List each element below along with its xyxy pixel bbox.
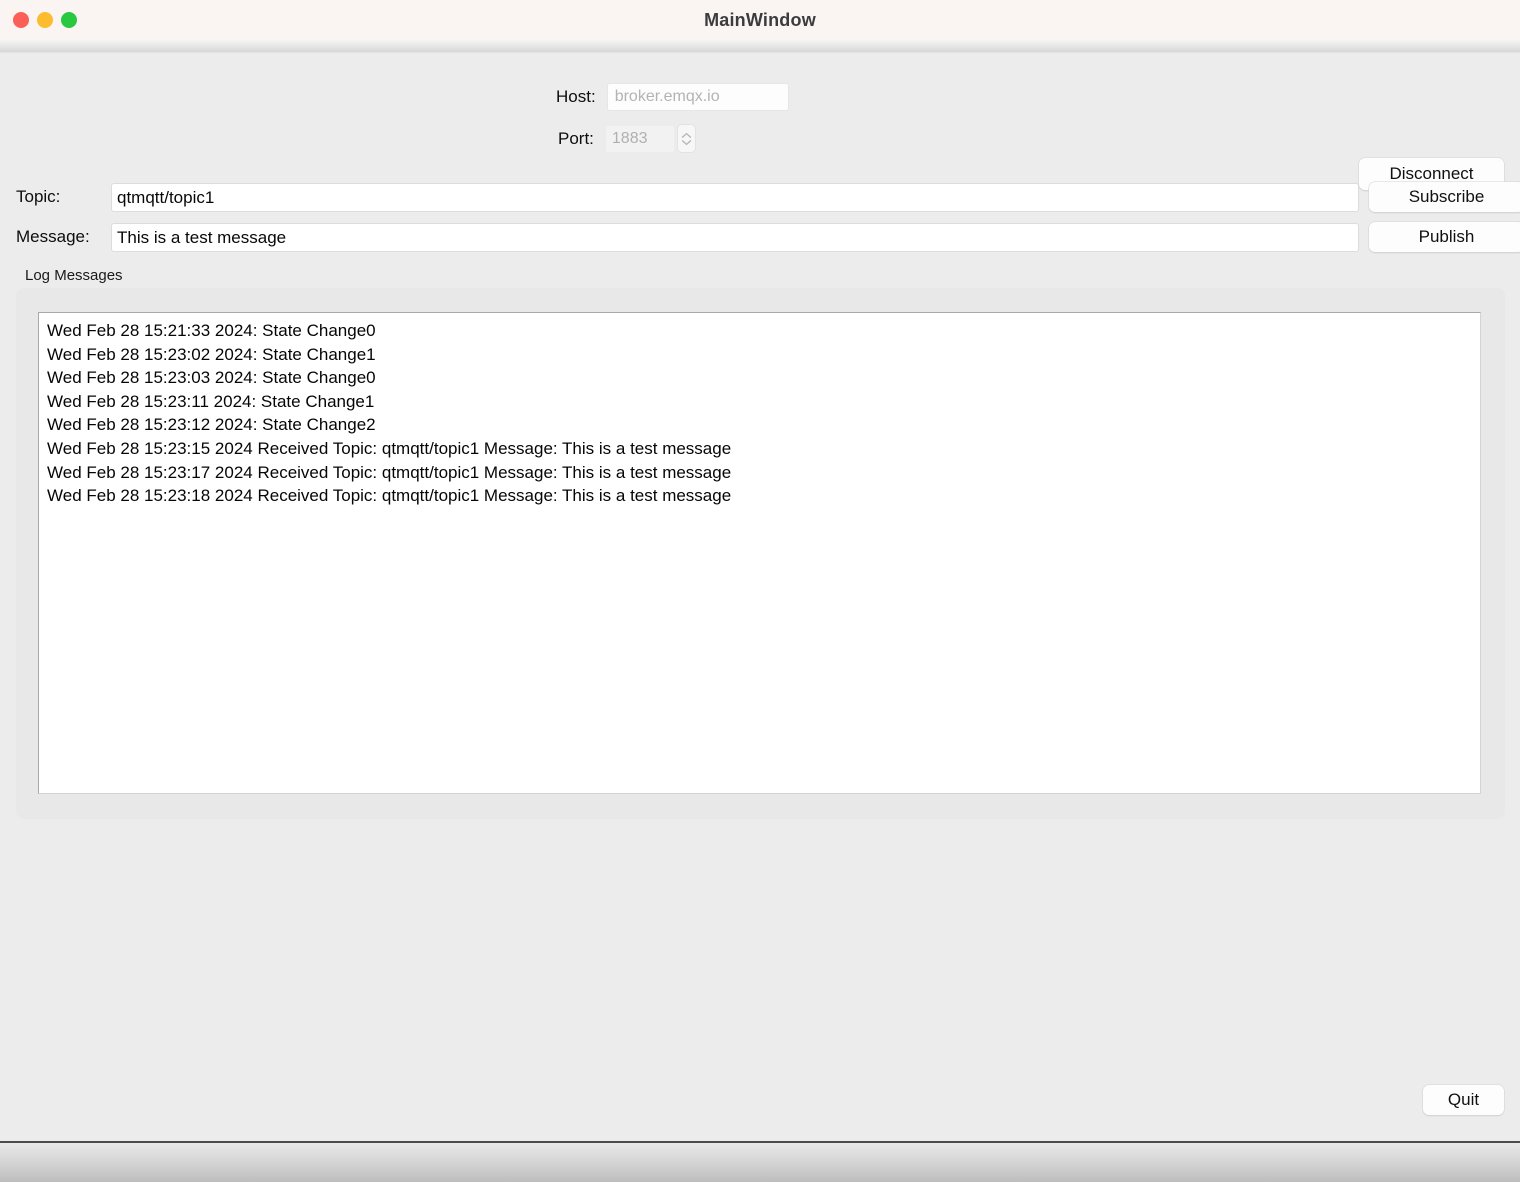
log-line: Wed Feb 28 15:21:33 2024: State Change0 xyxy=(47,319,1472,343)
close-window-button[interactable] xyxy=(13,12,29,28)
port-label: Port: xyxy=(558,129,594,149)
log-text-area[interactable]: Wed Feb 28 15:21:33 2024: State Change0W… xyxy=(38,312,1481,794)
central-widget: Host: Port: Disconnec xyxy=(0,54,1520,1143)
port-stepper[interactable] xyxy=(678,125,695,152)
traffic-light-group xyxy=(13,12,77,28)
log-messages-groupbox: Log Messages Wed Feb 28 15:21:33 2024: S… xyxy=(16,267,1505,819)
chevron-up-icon[interactable] xyxy=(681,132,692,139)
host-label: Host: xyxy=(556,87,596,107)
log-line: Wed Feb 28 15:23:02 2024: State Change1 xyxy=(47,343,1472,367)
host-input[interactable] xyxy=(608,84,788,110)
subscribe-button[interactable]: Subscribe xyxy=(1369,182,1520,212)
desktop-background-strip xyxy=(0,1143,1520,1182)
topic-label: Topic: xyxy=(16,182,60,212)
message-row: Message: xyxy=(0,222,1520,252)
main-window: MainWindow Host: Port: xyxy=(0,0,1520,1143)
log-line: Wed Feb 28 15:23:03 2024: State Change0 xyxy=(47,366,1472,390)
host-row: Host: xyxy=(556,84,788,110)
titlebar-divider xyxy=(0,40,1520,54)
minimize-window-button[interactable] xyxy=(37,12,53,28)
window-title: MainWindow xyxy=(704,10,816,31)
title-bar: MainWindow xyxy=(0,0,1520,40)
log-line: Wed Feb 28 15:23:15 2024 Received Topic:… xyxy=(47,437,1472,461)
port-input[interactable] xyxy=(606,126,674,152)
publish-button[interactable]: Publish xyxy=(1369,222,1520,252)
maximize-window-button[interactable] xyxy=(61,12,77,28)
topic-row: Topic: xyxy=(0,182,1520,212)
port-row: Port: xyxy=(558,125,695,152)
topic-input[interactable] xyxy=(112,184,1358,211)
quit-button[interactable]: Quit xyxy=(1423,1085,1504,1115)
log-messages-title: Log Messages xyxy=(25,267,123,284)
connection-section: Host: Port: Disconnec xyxy=(0,54,1520,172)
chevron-down-icon[interactable] xyxy=(681,139,692,146)
message-input[interactable] xyxy=(112,224,1358,251)
port-spinbox[interactable] xyxy=(606,125,695,152)
log-line: Wed Feb 28 15:23:11 2024: State Change1 xyxy=(47,390,1472,414)
log-line: Wed Feb 28 15:23:18 2024 Received Topic:… xyxy=(47,484,1472,508)
log-line: Wed Feb 28 15:23:17 2024 Received Topic:… xyxy=(47,461,1472,485)
message-label: Message: xyxy=(16,222,90,252)
log-line: Wed Feb 28 15:23:12 2024: State Change2 xyxy=(47,413,1472,437)
